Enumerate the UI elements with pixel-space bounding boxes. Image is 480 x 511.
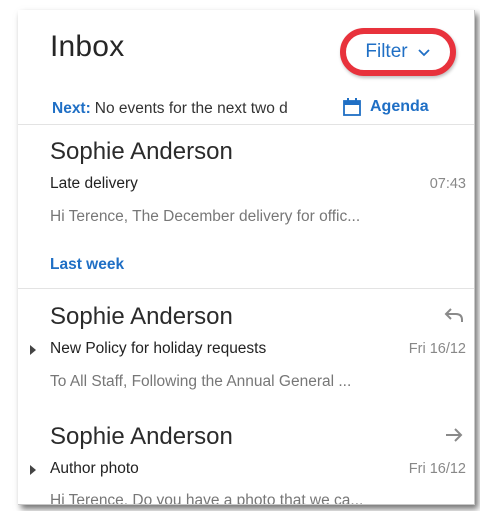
message-subject: Author photo xyxy=(50,460,139,477)
reply-icon xyxy=(444,308,463,322)
message-preview: To All Staff, Following the Annual Gener… xyxy=(50,373,352,390)
message-item[interactable]: Sophie Anderson New Policy for holiday r… xyxy=(18,303,474,403)
forward-icon xyxy=(446,428,463,442)
expand-caret-icon[interactable] xyxy=(30,465,36,475)
filter-button[interactable]: Filter xyxy=(340,28,456,76)
next-text: No events for the next two d xyxy=(94,100,288,117)
next-event-line: Next: No events for the next two d xyxy=(52,100,335,118)
expand-caret-icon[interactable] xyxy=(30,345,36,355)
message-subject: New Policy for holiday requests xyxy=(50,340,267,357)
filter-label: Filter xyxy=(365,41,408,62)
chevron-down-icon xyxy=(417,49,430,57)
message-item[interactable]: Sophie Anderson Author photo Fri 16/12 H… xyxy=(18,423,474,505)
message-sender: Sophie Anderson xyxy=(50,138,233,165)
divider xyxy=(18,288,474,289)
message-preview: Hi Terence, Do you have a photo that we … xyxy=(50,492,364,505)
message-sender: Sophie Anderson xyxy=(50,423,233,450)
calendar-icon xyxy=(343,98,361,116)
message-item[interactable]: Sophie Anderson Late delivery 07:43 Hi T… xyxy=(18,138,474,238)
page-title: Inbox xyxy=(50,30,125,63)
agenda-label: Agenda xyxy=(370,98,429,115)
agenda-button[interactable]: Agenda xyxy=(342,97,429,117)
next-label: Next: xyxy=(52,100,91,117)
message-subject: Late delivery xyxy=(50,175,138,192)
mail-panel: Inbox Filter Next: No events for the next… xyxy=(18,10,475,505)
message-preview: Hi Terence, The December delivery for of… xyxy=(50,208,361,225)
message-sender: Sophie Anderson xyxy=(50,303,233,330)
message-time: 07:43 xyxy=(429,176,466,192)
message-time: Fri 16/12 xyxy=(408,341,466,357)
section-header-last-week: Last week xyxy=(50,256,125,273)
message-time: Fri 16/12 xyxy=(408,461,466,477)
divider xyxy=(18,124,474,125)
